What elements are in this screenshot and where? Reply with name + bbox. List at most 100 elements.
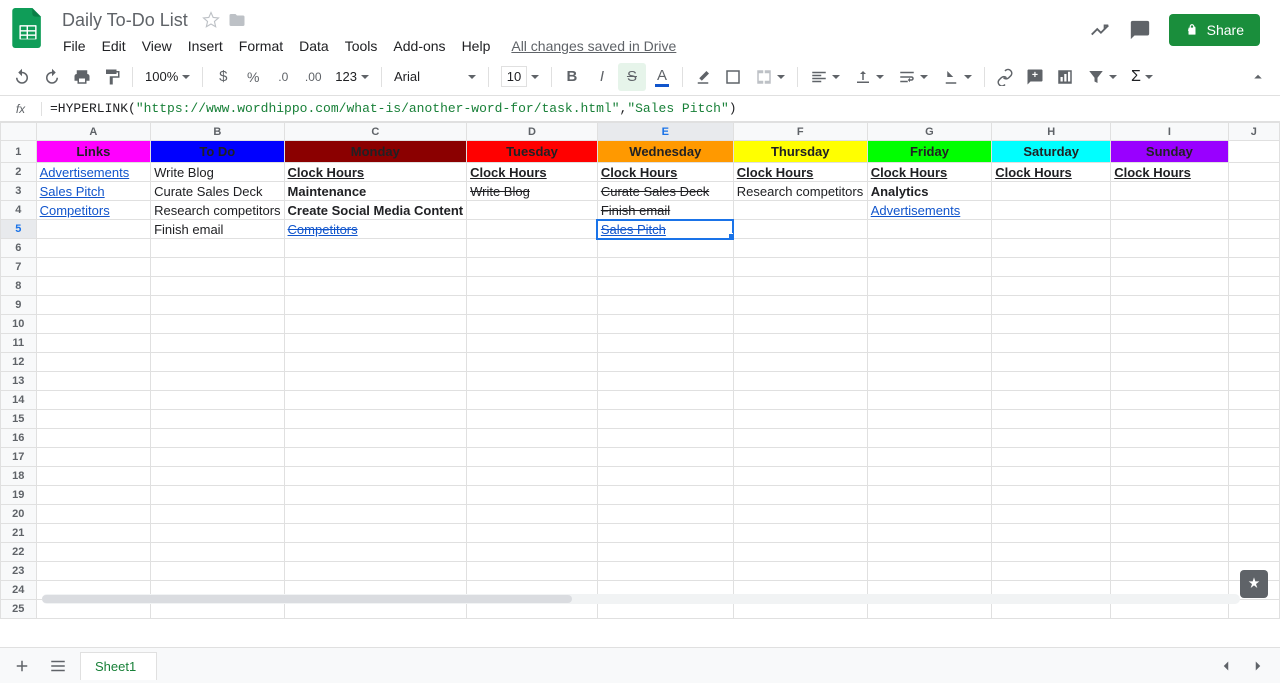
cell-F6[interactable] <box>733 239 867 258</box>
cell-H9[interactable] <box>992 296 1111 315</box>
cell-H4[interactable] <box>992 201 1111 220</box>
cell-J13[interactable] <box>1228 372 1279 391</box>
cell-G1[interactable]: Friday <box>867 141 992 163</box>
cell-F22[interactable] <box>733 543 867 562</box>
row-header-2[interactable]: 2 <box>1 163 37 182</box>
cell-A5[interactable] <box>36 220 150 239</box>
cell-I23[interactable] <box>1111 562 1228 581</box>
row-header-17[interactable]: 17 <box>1 448 37 467</box>
menu-view[interactable]: View <box>135 34 179 58</box>
cell-E3[interactable]: Curate Sales Deck <box>597 182 733 201</box>
cell-H1[interactable]: Saturday <box>992 141 1111 163</box>
number-format-select[interactable]: 123 <box>329 69 375 84</box>
cell-G19[interactable] <box>867 486 992 505</box>
functions-icon[interactable]: Σ <box>1125 68 1159 86</box>
cell-B15[interactable] <box>151 410 284 429</box>
cell-B4[interactable]: Research competitors <box>151 201 284 220</box>
cell-F11[interactable] <box>733 334 867 353</box>
cell-I13[interactable] <box>1111 372 1228 391</box>
cell-I1[interactable]: Sunday <box>1111 141 1228 163</box>
cell-G17[interactable] <box>867 448 992 467</box>
cell-J16[interactable] <box>1228 429 1279 448</box>
cell-D10[interactable] <box>467 315 598 334</box>
cell-B11[interactable] <box>151 334 284 353</box>
cell-B2[interactable]: Write Blog <box>151 163 284 182</box>
cell-I9[interactable] <box>1111 296 1228 315</box>
row-header-20[interactable]: 20 <box>1 505 37 524</box>
cell-I10[interactable] <box>1111 315 1228 334</box>
cell-C16[interactable] <box>284 429 467 448</box>
cell-D22[interactable] <box>467 543 598 562</box>
cell-C23[interactable] <box>284 562 467 581</box>
cell-I18[interactable] <box>1111 467 1228 486</box>
cell-F17[interactable] <box>733 448 867 467</box>
cell-C8[interactable] <box>284 277 467 296</box>
insert-chart-icon[interactable] <box>1051 63 1079 91</box>
cell-A1[interactable]: Links <box>36 141 150 163</box>
cell-G15[interactable] <box>867 410 992 429</box>
cell-I19[interactable] <box>1111 486 1228 505</box>
row-header-9[interactable]: 9 <box>1 296 37 315</box>
row-header-10[interactable]: 10 <box>1 315 37 334</box>
select-all-corner[interactable] <box>1 123 37 141</box>
cell-G18[interactable] <box>867 467 992 486</box>
cell-E19[interactable] <box>597 486 733 505</box>
cell-I16[interactable] <box>1111 429 1228 448</box>
cell-F8[interactable] <box>733 277 867 296</box>
star-icon[interactable] <box>202 11 220 29</box>
share-button[interactable]: Share <box>1169 14 1260 46</box>
cell-G21[interactable] <box>867 524 992 543</box>
cell-J4[interactable] <box>1228 201 1279 220</box>
horizontal-scrollbar[interactable] <box>42 594 1240 604</box>
cell-A19[interactable] <box>36 486 150 505</box>
doc-title[interactable]: Daily To-Do List <box>56 8 194 33</box>
col-header-B[interactable]: B <box>151 123 284 141</box>
cell-J21[interactable] <box>1228 524 1279 543</box>
cell-J15[interactable] <box>1228 410 1279 429</box>
cell-E18[interactable] <box>597 467 733 486</box>
cell-H10[interactable] <box>992 315 1111 334</box>
cell-C3[interactable]: Maintenance <box>284 182 467 201</box>
cell-C15[interactable] <box>284 410 467 429</box>
menu-tools[interactable]: Tools <box>338 34 385 58</box>
cell-H2[interactable]: Clock Hours <box>992 163 1111 182</box>
cell-G22[interactable] <box>867 543 992 562</box>
cell-H18[interactable] <box>992 467 1111 486</box>
cell-C19[interactable] <box>284 486 467 505</box>
cell-J8[interactable] <box>1228 277 1279 296</box>
cell-F12[interactable] <box>733 353 867 372</box>
cell-F14[interactable] <box>733 391 867 410</box>
cell-G10[interactable] <box>867 315 992 334</box>
row-header-1[interactable]: 1 <box>1 141 37 163</box>
cell-B19[interactable] <box>151 486 284 505</box>
cell-H23[interactable] <box>992 562 1111 581</box>
cell-I3[interactable] <box>1111 182 1228 201</box>
cell-A9[interactable] <box>36 296 150 315</box>
cell-E23[interactable] <box>597 562 733 581</box>
row-header-25[interactable]: 25 <box>1 600 37 619</box>
wrap-icon[interactable] <box>892 68 934 86</box>
cell-J19[interactable] <box>1228 486 1279 505</box>
cell-B5[interactable]: Finish email <box>151 220 284 239</box>
valign-icon[interactable] <box>848 68 890 86</box>
menu-insert[interactable]: Insert <box>181 34 230 58</box>
percent-icon[interactable]: % <box>239 63 267 91</box>
cell-D3[interactable]: Write Blog <box>467 182 598 201</box>
bold-icon[interactable]: B <box>558 63 586 91</box>
cell-C22[interactable] <box>284 543 467 562</box>
cell-A20[interactable] <box>36 505 150 524</box>
paint-format-icon[interactable] <box>98 63 126 91</box>
cell-D21[interactable] <box>467 524 598 543</box>
sheets-logo[interactable] <box>8 8 48 48</box>
saved-status[interactable]: All changes saved in Drive <box>511 38 676 54</box>
cell-C17[interactable] <box>284 448 467 467</box>
halign-icon[interactable] <box>804 68 846 86</box>
cell-H15[interactable] <box>992 410 1111 429</box>
cell-G3[interactable]: Analytics <box>867 182 992 201</box>
row-header-3[interactable]: 3 <box>1 182 37 201</box>
cell-J1[interactable] <box>1228 141 1279 163</box>
cell-J9[interactable] <box>1228 296 1279 315</box>
cell-A21[interactable] <box>36 524 150 543</box>
row-header-12[interactable]: 12 <box>1 353 37 372</box>
cell-B9[interactable] <box>151 296 284 315</box>
